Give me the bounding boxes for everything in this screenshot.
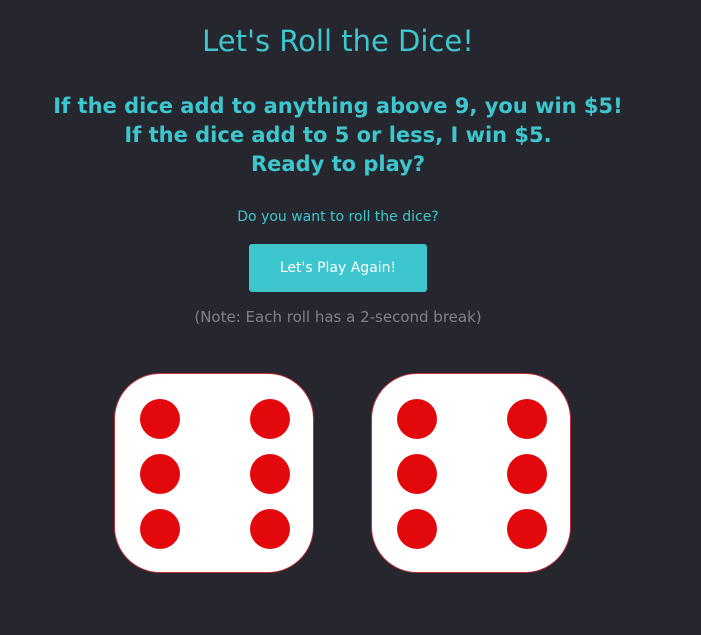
rule-lose-line: If the dice add to 5 or less, I win $5.	[124, 123, 552, 147]
pip	[140, 454, 180, 494]
pip	[250, 399, 290, 439]
pip	[397, 399, 437, 439]
pip	[397, 454, 437, 494]
ready-line: Ready to play?	[250, 152, 426, 176]
pip	[140, 509, 180, 549]
pip	[250, 454, 290, 494]
die-left	[114, 373, 314, 573]
pip	[250, 509, 290, 549]
pip	[507, 399, 547, 439]
pip	[507, 454, 547, 494]
roll-prompt: Do you want to roll the dice?	[237, 209, 439, 225]
pip	[507, 509, 547, 549]
roll-delay-note: (Note: Each roll has a 2-second break)	[194, 308, 482, 326]
pip	[397, 509, 437, 549]
page-title: Let's Roll the Dice!	[202, 24, 474, 58]
die-right	[371, 373, 571, 573]
rule-win-line: If the dice add to anything above 9, you…	[53, 94, 623, 118]
pip	[140, 399, 180, 439]
play-again-button[interactable]: Let's Play Again!	[249, 244, 427, 292]
rules-text: If the dice add to anything above 9, you…	[0, 92, 676, 179]
